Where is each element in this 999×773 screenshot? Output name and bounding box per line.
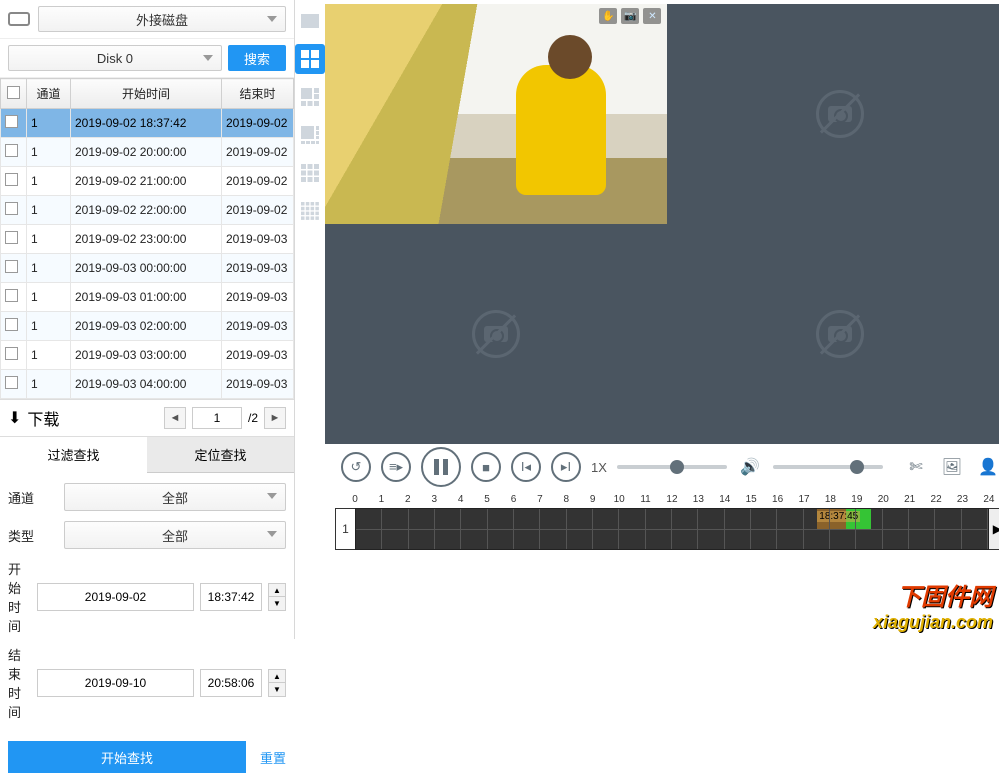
channel-select[interactable]: 全部 <box>64 483 286 511</box>
tab-filter-search[interactable]: 过滤查找 <box>0 437 147 473</box>
timeline-row-label: 1 <box>335 508 355 550</box>
page-input[interactable] <box>192 407 242 429</box>
col-start[interactable]: 开始时间 <box>71 79 222 109</box>
layout-1-button[interactable] <box>295 6 325 36</box>
chevron-down-icon <box>267 531 277 537</box>
table-row[interactable]: 12019-09-02 22:00:002019-09-02 <box>1 196 294 225</box>
video-cell-2[interactable] <box>668 4 999 224</box>
page-total: /2 <box>248 411 258 425</box>
end-time-stepper[interactable]: ▲▼ <box>268 669 286 697</box>
right-panel: ✋ 📷 ✕ ↺ ≡▸ ■ I◂ ▸I 1X 🔊 ✄ 🖼 <box>325 0 999 639</box>
osd-close-icon[interactable]: ✕ <box>643 8 661 24</box>
rewind-button[interactable]: ↺ <box>341 452 371 482</box>
no-signal-icon <box>816 310 864 358</box>
osd-camera-icon[interactable]: 📷 <box>621 8 639 24</box>
disk-icon <box>8 12 30 26</box>
layout-8-button[interactable] <box>295 120 325 150</box>
page-prev-button[interactable]: ◄ <box>164 407 186 429</box>
video-cell-4[interactable] <box>668 225 999 445</box>
end-time-label: 结束时间 <box>8 645 31 721</box>
chevron-down-icon <box>203 55 213 61</box>
video-playing: ✋ 📷 ✕ <box>325 4 667 224</box>
tab-locate-search[interactable]: 定位查找 <box>147 437 294 473</box>
no-signal-icon <box>816 90 864 138</box>
end-time-input[interactable] <box>200 669 262 697</box>
next-frame-button[interactable]: ▸I <box>551 452 581 482</box>
layout-16-button[interactable] <box>295 196 325 226</box>
col-check[interactable] <box>1 79 27 109</box>
table-row[interactable]: 12019-09-03 00:00:002019-09-03 <box>1 254 294 283</box>
timeline-track[interactable]: 18:37:45 <box>355 508 989 550</box>
table-row[interactable]: 12019-09-03 03:00:002019-09-03 <box>1 341 294 370</box>
speed-slider[interactable] <box>617 465 727 469</box>
start-time-stepper[interactable]: ▲▼ <box>268 583 286 611</box>
slow-button[interactable]: ≡▸ <box>381 452 411 482</box>
table-row[interactable]: 12019-09-03 01:00:002019-09-03 <box>1 283 294 312</box>
page-next-button[interactable]: ► <box>264 407 286 429</box>
col-channel[interactable]: 通道 <box>27 79 71 109</box>
stop-button[interactable]: ■ <box>471 452 501 482</box>
layout-4-button[interactable] <box>295 44 325 74</box>
col-end[interactable]: 结束时 <box>222 79 294 109</box>
table-row[interactable]: 12019-09-03 04:00:002019-09-03 <box>1 370 294 399</box>
chevron-down-icon <box>267 493 277 499</box>
video-cell-1[interactable]: ✋ 📷 ✕ <box>325 4 667 224</box>
timeline-next-button[interactable]: ▶ <box>989 508 999 550</box>
download-label[interactable]: 下载 <box>27 406 59 430</box>
playback-controls: ↺ ≡▸ ■ I◂ ▸I 1X 🔊 ✄ 🖼 👤 <box>325 444 999 490</box>
disk-select[interactable]: Disk 0 <box>8 45 222 71</box>
start-search-button[interactable]: 开始查找 <box>8 741 246 773</box>
start-time-input[interactable] <box>200 583 262 611</box>
disk-select-label: Disk 0 <box>97 51 133 66</box>
cut-button[interactable]: ✄ <box>903 454 929 480</box>
layout-toolbar <box>295 0 325 639</box>
end-date-input[interactable] <box>37 669 194 697</box>
timeline-ruler: 0123456789101112131415161718192021222324 <box>355 494 989 508</box>
search-button[interactable]: 搜索 <box>228 45 286 71</box>
download-icon: ⬇ <box>8 408 21 428</box>
volume-slider[interactable] <box>773 465 883 469</box>
user-button[interactable]: 👤 <box>975 454 999 480</box>
type-label: 类型 <box>8 526 58 545</box>
snapshot-button[interactable]: 🖼 <box>939 454 965 480</box>
osd-hand-icon[interactable]: ✋ <box>599 8 617 24</box>
video-grid: ✋ 📷 ✕ <box>325 4 999 444</box>
type-select[interactable]: 全部 <box>64 521 286 549</box>
start-date-input[interactable] <box>37 583 194 611</box>
table-row[interactable]: 12019-09-03 02:00:002019-09-03 <box>1 312 294 341</box>
table-row[interactable]: 12019-09-02 21:00:002019-09-02 <box>1 167 294 196</box>
layout-9-button[interactable] <box>295 158 325 188</box>
speed-label: 1X <box>591 460 607 475</box>
channel-label: 通道 <box>8 488 58 507</box>
table-row[interactable]: 12019-09-02 18:37:422019-09-02 <box>1 109 294 138</box>
start-time-label: 开始时间 <box>8 559 31 635</box>
chevron-down-icon <box>267 16 277 22</box>
layout-6-button[interactable] <box>295 82 325 112</box>
volume-icon[interactable]: 🔊 <box>737 454 763 480</box>
timeline: 0123456789101112131415161718192021222324… <box>325 490 999 558</box>
no-signal-icon <box>472 310 520 358</box>
recordings-table: 通道 开始时间 结束时 12019-09-02 18:37:422019-09-… <box>0 78 294 400</box>
reset-link[interactable]: 重置 <box>260 748 286 767</box>
table-row[interactable]: 12019-09-02 23:00:002019-09-03 <box>1 225 294 254</box>
disk-type-select[interactable]: 外接磁盘 <box>38 6 286 32</box>
video-cell-3[interactable] <box>325 225 667 445</box>
play-pause-button[interactable] <box>421 447 461 487</box>
table-row[interactable]: 12019-09-02 20:00:002019-09-02 <box>1 138 294 167</box>
left-panel: 外接磁盘 Disk 0 搜索 通道 开始时间 结束时 12019-09-02 1… <box>0 0 295 639</box>
prev-frame-button[interactable]: I◂ <box>511 452 541 482</box>
disk-type-label: 外接磁盘 <box>136 10 188 29</box>
